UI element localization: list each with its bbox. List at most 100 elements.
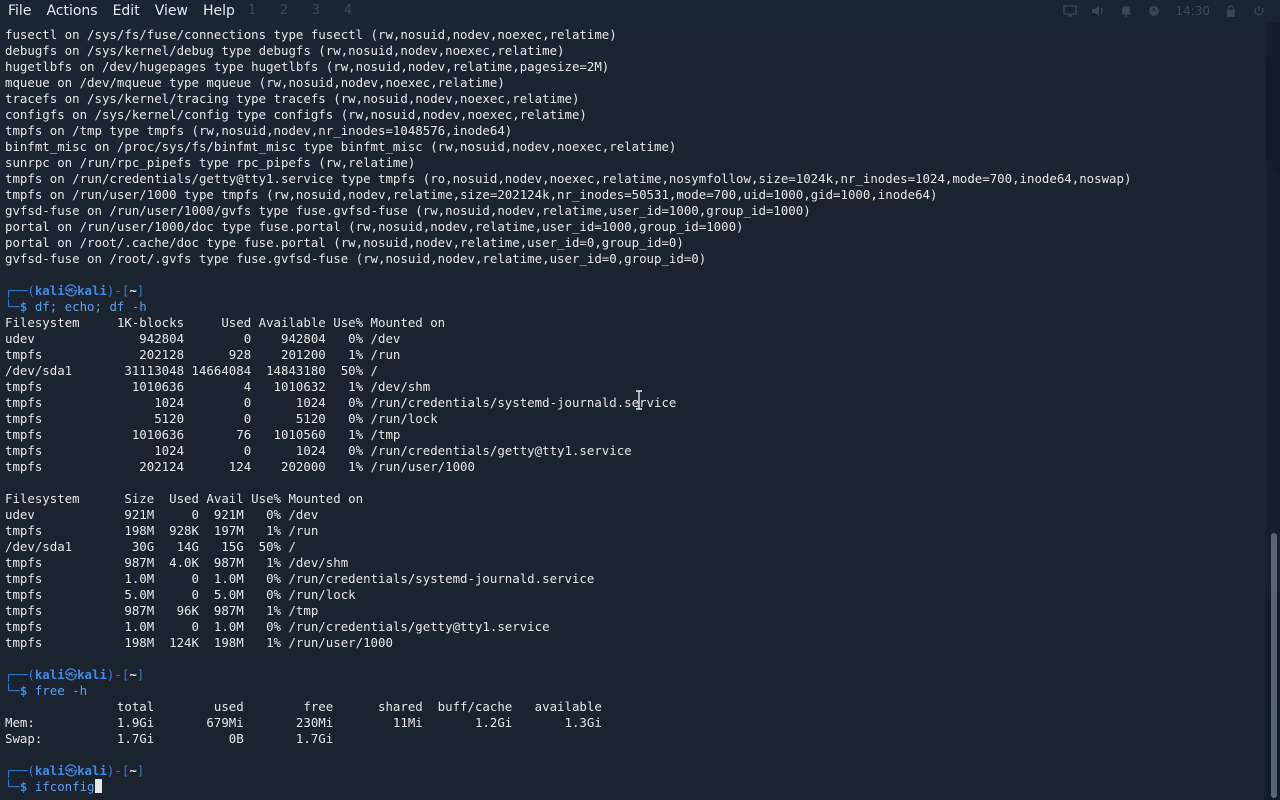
mount-output-line: debugfs on /sys/kernel/debug type debugf… bbox=[5, 43, 565, 58]
prompt-host: kali bbox=[77, 763, 107, 778]
df-h-output-line: tmpfs 987M 4.0K 987M 1% /dev/shm bbox=[5, 555, 349, 570]
mount-output-line: gvfsd-fuse on /run/user/1000/gvfs type f… bbox=[5, 203, 811, 218]
df-output-line: tmpfs 5120 0 5120 0% /run/lock bbox=[5, 411, 438, 426]
mount-output-line: portal on /root/.cache/doc type fuse.por… bbox=[5, 235, 684, 250]
df-output-line: tmpfs 202124 124 202000 1% /run/user/100… bbox=[5, 459, 475, 474]
command-line: └─$ df; echo; df -h bbox=[5, 299, 1131, 315]
prompt-at-symbol: ㉿ bbox=[64, 763, 78, 778]
menu-actions[interactable]: Actions bbox=[38, 0, 104, 22]
workspace-2[interactable]: 2 bbox=[268, 0, 300, 22]
menu-edit[interactable]: Edit bbox=[105, 0, 147, 22]
terminal-scrollbar[interactable] bbox=[1266, 22, 1280, 800]
prompt-dollar: $ bbox=[19, 683, 35, 698]
terminal-window[interactable]: fusectl on /sys/fs/fuse/connections type… bbox=[0, 22, 1266, 800]
prompt-frame: ┌──( bbox=[5, 667, 35, 682]
system-tray: 14:30 bbox=[1063, 0, 1266, 22]
text-cursor-icon bbox=[636, 390, 642, 410]
prompt-user: kali bbox=[34, 667, 65, 682]
df-h-output-line: tmpfs 1.0M 0 1.0M 0% /run/credentials/ge… bbox=[5, 619, 550, 634]
mount-output-line: tmpfs on /run/credentials/getty@tty1.ser… bbox=[5, 171, 1132, 186]
prompt-host: kali bbox=[77, 283, 107, 298]
command-text[interactable]: ifconfig bbox=[35, 779, 95, 794]
command-line: └─$ free -h bbox=[5, 683, 1131, 699]
menu-view[interactable]: View bbox=[147, 0, 195, 22]
command-line: └─$ ifconfig bbox=[5, 779, 1131, 795]
prompt-frame: ] bbox=[136, 667, 145, 682]
command-text: free -h bbox=[34, 683, 88, 698]
df-h-output-line: /dev/sda1 30G 14G 15G 50% / bbox=[5, 539, 296, 554]
command-text: df; echo; df -h bbox=[34, 299, 147, 314]
prompt-frame: ┌──( bbox=[5, 283, 35, 298]
df-h-output-line: tmpfs 5.0M 0 5.0M 0% /run/lock bbox=[5, 587, 356, 602]
mount-output-line: tmpfs on /run/user/1000 type tmpfs (rw,n… bbox=[5, 187, 938, 202]
prompt-directory: ~ bbox=[129, 763, 137, 778]
prompt-frame: ] bbox=[136, 763, 145, 778]
df-output-line: tmpfs 1010636 76 1010560 1% /tmp bbox=[5, 427, 401, 442]
scrollbar-thumb[interactable] bbox=[1271, 533, 1277, 798]
prompt-at-symbol: ㉿ bbox=[64, 283, 78, 298]
prompt-frame: ] bbox=[136, 283, 145, 298]
power-status-icon[interactable] bbox=[1147, 5, 1161, 17]
free-output-line: total used free shared buff/cache availa… bbox=[5, 699, 602, 714]
prompt-dollar: $ bbox=[19, 779, 35, 794]
mount-output-line: gvfsd-fuse on /root/.gvfs type fuse.gvfs… bbox=[5, 251, 707, 266]
workspace-switcher: 1 2 3 4 bbox=[236, 0, 364, 22]
workspace-1[interactable]: 1 bbox=[236, 0, 268, 22]
prompt-frame: └─ bbox=[5, 683, 20, 698]
menu-file[interactable]: File bbox=[0, 0, 38, 22]
clock[interactable]: 14:30 bbox=[1175, 4, 1210, 18]
prompt-frame: )-[ bbox=[106, 667, 130, 682]
df-h-output-line: tmpfs 987M 96K 987M 1% /tmp bbox=[5, 603, 319, 618]
terminal-menubar: File Actions Edit View Help 1 2 3 4 14:3… bbox=[0, 0, 1280, 22]
prompt-dollar: $ bbox=[19, 299, 35, 314]
df-output-line: tmpfs 202128 928 201200 1% /run bbox=[5, 347, 401, 362]
prompt-user: kali bbox=[34, 283, 65, 298]
mount-output-line: fusectl on /sys/fs/fuse/connections type… bbox=[5, 27, 617, 42]
prompt-header: ┌──(kali㉿kali)-[~] bbox=[5, 667, 1131, 683]
workspace-3[interactable]: 3 bbox=[300, 0, 332, 22]
bell-icon[interactable] bbox=[1119, 5, 1133, 17]
df-output-line: udev 942804 0 942804 0% /dev bbox=[5, 331, 401, 346]
df-output-line: /dev/sda1 31113048 14664084 14843180 50%… bbox=[5, 363, 378, 378]
prompt-directory: ~ bbox=[129, 667, 137, 682]
prompt-frame: └─ bbox=[5, 779, 20, 794]
mount-output-line: binfmt_misc on /proc/sys/fs/binfmt_misc … bbox=[5, 139, 677, 154]
df-output-line: Filesystem 1K-blocks Used Available Use%… bbox=[5, 315, 446, 330]
prompt-host: kali bbox=[77, 667, 107, 682]
free-output-line: Swap: 1.7Gi 0B 1.7Gi bbox=[5, 731, 334, 746]
mount-output-line: hugetlbfs on /dev/hugepages type hugetlb… bbox=[5, 59, 610, 74]
screen-icon[interactable] bbox=[1063, 5, 1078, 17]
df-h-output-line: tmpfs 198M 928K 197M 1% /run bbox=[5, 523, 319, 538]
volume-icon[interactable] bbox=[1091, 5, 1105, 17]
prompt-frame: )-[ bbox=[106, 283, 130, 298]
df-h-output-line: tmpfs 198M 124K 198M 1% /run/user/1000 bbox=[5, 635, 393, 650]
mount-output-line: mqueue on /dev/mqueue type mqueue (rw,no… bbox=[5, 75, 505, 90]
df-h-output-line: tmpfs 1.0M 0 1.0M 0% /run/credentials/sy… bbox=[5, 571, 595, 586]
prompt-frame: └─ bbox=[5, 299, 20, 314]
prompt-at-symbol: ㉿ bbox=[64, 667, 78, 682]
df-output-line: tmpfs 1010636 4 1010632 1% /dev/shm bbox=[5, 379, 431, 394]
prompt-header: ┌──(kali㉿kali)-[~] bbox=[5, 283, 1131, 299]
menu-help[interactable]: Help bbox=[195, 0, 242, 22]
terminal-cursor bbox=[94, 779, 102, 793]
free-output-line: Mem: 1.9Gi 679Mi 230Mi 11Mi 1.2Gi 1.3Gi bbox=[5, 715, 602, 730]
terminal-output[interactable]: fusectl on /sys/fs/fuse/connections type… bbox=[5, 27, 1131, 795]
df-h-output-line: udev 921M 0 921M 0% /dev bbox=[5, 507, 319, 522]
df-h-output-line: Filesystem Size Used Avail Use% Mounted … bbox=[5, 491, 364, 506]
mount-output-line: configfs on /sys/kernel/config type conf… bbox=[5, 107, 587, 122]
prompt-frame: ┌──( bbox=[5, 763, 35, 778]
mount-output-line: tmpfs on /tmp type tmpfs (rw,nosuid,node… bbox=[5, 123, 513, 138]
mount-output-line: sunrpc on /run/rpc_pipefs type rpc_pipef… bbox=[5, 155, 416, 170]
mount-output-line: tracefs on /sys/kernel/tracing type trac… bbox=[5, 91, 580, 106]
lock-icon[interactable] bbox=[1224, 5, 1238, 17]
desktop: File Actions Edit View Help 1 2 3 4 14:3… bbox=[0, 0, 1280, 800]
prompt-frame: )-[ bbox=[106, 763, 130, 778]
df-output-line: tmpfs 1024 0 1024 0% /run/credentials/sy… bbox=[5, 395, 677, 410]
prompt-header: ┌──(kali㉿kali)-[~] bbox=[5, 763, 1131, 779]
logout-icon[interactable] bbox=[1252, 5, 1266, 17]
prompt-directory: ~ bbox=[129, 283, 137, 298]
workspace-4[interactable]: 4 bbox=[332, 0, 364, 22]
